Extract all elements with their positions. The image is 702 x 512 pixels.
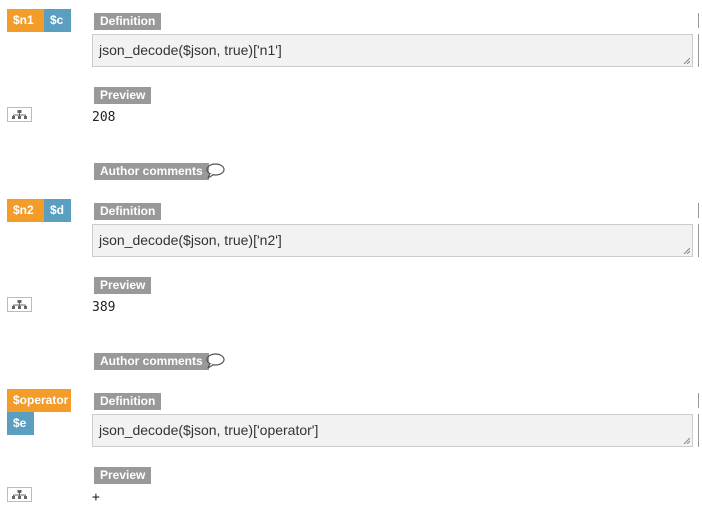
sitemap-icon[interactable]	[7, 107, 32, 122]
resize-grip-icon[interactable]	[683, 57, 690, 64]
definition-field[interactable]: json_decode($json, true)['n2']	[92, 224, 693, 257]
variable-alias-tag[interactable]: $c	[44, 9, 71, 32]
panel-edge	[698, 414, 699, 447]
panel-edge	[698, 13, 699, 28]
variable-alias-tag[interactable]: $d	[44, 199, 71, 222]
author-comments-label[interactable]: Author comments	[94, 353, 209, 370]
panel-edge	[698, 203, 699, 218]
definition-label: Definition	[94, 203, 162, 220]
speech-bubble-icon[interactable]	[205, 163, 225, 179]
definition-text: json_decode($json, true)['n1']	[99, 42, 282, 58]
definition-field[interactable]: json_decode($json, true)['operator']	[92, 414, 693, 447]
definition-field[interactable]: json_decode($json, true)['n1']	[92, 34, 693, 67]
preview-label: Preview	[94, 277, 152, 294]
definition-text: json_decode($json, true)['n2']	[99, 232, 282, 248]
preview-label: Preview	[94, 467, 152, 484]
definition-text: json_decode($json, true)['operator']	[99, 422, 319, 438]
preview-label: Preview	[94, 87, 152, 104]
panel-edge	[698, 393, 699, 408]
panel-edge	[698, 34, 699, 67]
sitemap-icon[interactable]	[7, 297, 32, 312]
resize-grip-icon[interactable]	[683, 437, 690, 444]
speech-bubble-icon[interactable]	[205, 353, 225, 369]
variable-name-tag[interactable]: $operator	[7, 389, 71, 412]
preview-value: 389	[92, 300, 116, 315]
variable-name-tag[interactable]: $n2	[7, 199, 44, 222]
variable-name-tag[interactable]: $n1	[7, 9, 44, 32]
definition-label: Definition	[94, 13, 162, 30]
resize-grip-icon[interactable]	[683, 247, 690, 254]
author-comments-label[interactable]: Author comments	[94, 163, 209, 180]
variable-alias-tag[interactable]: $e	[7, 412, 34, 435]
preview-value: +	[92, 490, 100, 505]
definition-label: Definition	[94, 393, 162, 410]
preview-value: 208	[92, 110, 116, 125]
sitemap-icon[interactable]	[7, 487, 32, 502]
panel-edge	[698, 224, 699, 257]
